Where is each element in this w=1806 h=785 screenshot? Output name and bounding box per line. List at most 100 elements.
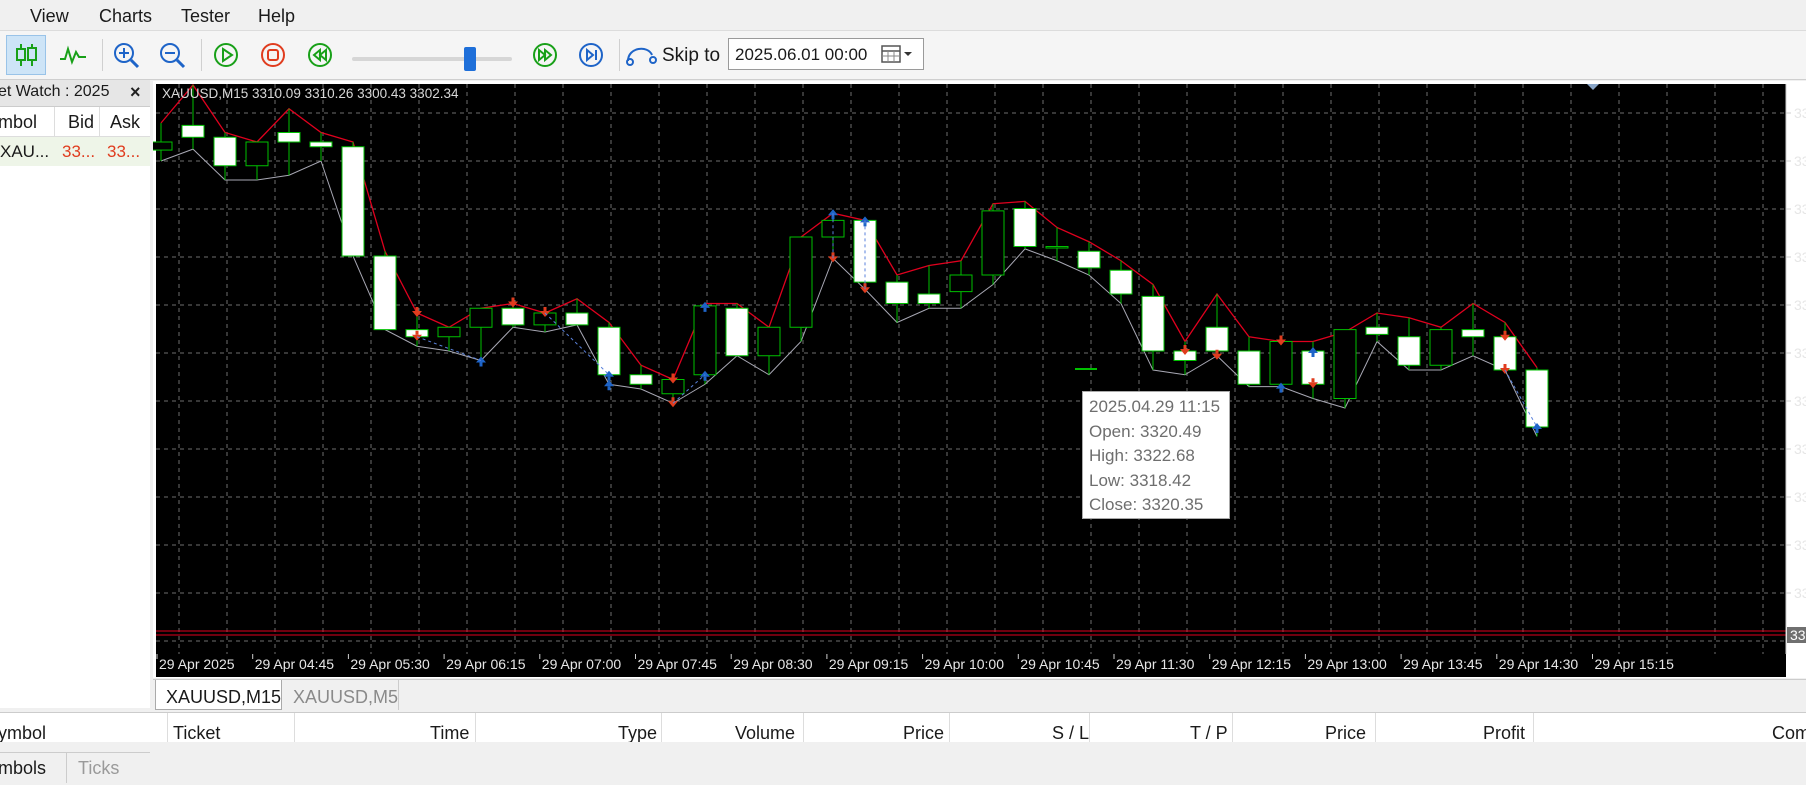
close-icon[interactable]: × [130, 82, 141, 103]
calendar-dropdown-icon[interactable] [881, 44, 919, 64]
play-button[interactable] [206, 35, 246, 75]
toolbar-separator [201, 39, 202, 71]
x-axis-label: 29 Apr 08:30 [733, 656, 813, 672]
candle-body [1397, 336, 1421, 366]
column-header-tp[interactable]: T / P [1190, 723, 1228, 742]
speed-slider[interactable] [352, 47, 512, 71]
step-forward-icon [579, 43, 603, 67]
skip-to-icon [626, 47, 657, 66]
candle-body [821, 219, 845, 238]
menu-item-charts[interactable]: Charts [99, 6, 152, 27]
column-header-price[interactable]: Price [903, 723, 944, 742]
column-divider [475, 713, 476, 742]
candle-body [565, 312, 589, 326]
menu-item-tester[interactable]: Tester [181, 6, 230, 27]
price-chart[interactable]: 29 Apr 2025 29 Apr 04:45 29 Apr 05:30 29 Ap… [153, 81, 1806, 678]
fast-forward-button[interactable] [525, 35, 565, 75]
tab-xauusd-m5[interactable]: XAUUSD,M5 [283, 680, 399, 710]
sell-arrow-stem [671, 373, 675, 378]
x-axis-label: 29 Apr 11:30 [1116, 656, 1195, 672]
candle-body [1013, 208, 1037, 247]
menu-item-view[interactable]: View [30, 6, 69, 27]
skip-to-button[interactable] [622, 35, 662, 75]
x-axis-label: 29 Apr 07:00 [542, 656, 622, 672]
y-axis-label: 33 [1794, 585, 1806, 601]
stop-icon [261, 43, 285, 67]
rewind-button[interactable] [300, 35, 340, 75]
column-header-symbol[interactable]: ymbol [0, 723, 46, 742]
market-watch-row[interactable]: XAU... 33... 33... [0, 137, 150, 166]
candle-body [1237, 350, 1261, 385]
column-header-type[interactable]: Type [618, 723, 657, 742]
candlestick-chart-button[interactable] [6, 35, 46, 75]
skip-to-date-field[interactable]: 2025.06.01 00:00 [728, 38, 924, 70]
candle-body [1141, 295, 1165, 352]
symbol-cell: XAU... [0, 142, 50, 161]
chart-tabs: XAUUSD,M15 XAUUSD,M5 [153, 679, 1806, 712]
candle-body [373, 255, 397, 331]
menu-item-help[interactable]: Help [258, 6, 295, 27]
buy-arrow-stem [1279, 388, 1283, 393]
sell-arrow-stem [1183, 345, 1187, 349]
x-axis-label: 29 Apr 2025 [159, 656, 235, 672]
column-header-ask[interactable]: Ask [110, 112, 140, 133]
candle-body [309, 141, 333, 148]
candle-body [981, 210, 1005, 276]
candle-body [725, 307, 749, 357]
candle-body [1109, 269, 1133, 295]
market-watch-panel: ket Watch : 2025 × mbol Bid Ask XAU... 3… [0, 80, 150, 783]
zoom-in-button[interactable] [106, 35, 146, 75]
candle-body [501, 307, 525, 326]
candle-body [1525, 369, 1549, 428]
step-forward-button[interactable] [571, 35, 611, 75]
tab-ticks[interactable]: Ticks [78, 758, 119, 779]
column-header-volume[interactable]: Volume [735, 723, 795, 742]
column-header-time[interactable]: Time [430, 723, 469, 742]
chart-window[interactable]: 29 Apr 2025 29 Apr 04:45 29 Apr 05:30 29 Ap… [153, 81, 1806, 678]
column-header-current-price[interactable]: Price [1325, 723, 1366, 742]
y-axis-label: 33 [1794, 537, 1806, 553]
column-header-commission[interactable]: Com [1772, 723, 1806, 742]
toolbar: Skip to 2025.06.01 00:00 [0, 31, 1806, 80]
column-header-sl[interactable]: S / L [1052, 723, 1089, 742]
column-divider [167, 713, 168, 742]
speed-slider-thumb[interactable] [464, 47, 476, 71]
candle-body [757, 326, 781, 357]
x-axis-label: 29 Apr 12:15 [1212, 656, 1292, 672]
column-header-symbol[interactable]: mbol [0, 112, 37, 133]
candle-body [1045, 246, 1069, 249]
market-watch-tabs: mbols Ticks [0, 752, 150, 785]
price-tag-label: 33 [1790, 627, 1806, 643]
tab-xauusd-m15[interactable]: XAUUSD,M15 [155, 680, 282, 710]
sell-arrow-stem [1503, 330, 1507, 335]
candle-body [1429, 329, 1453, 366]
column-header-ticket[interactable]: Ticket [173, 723, 220, 742]
column-divider [1533, 713, 1534, 742]
y-axis-label: 33 [1794, 345, 1806, 361]
stop-button[interactable] [253, 35, 293, 75]
x-axis-label: 29 Apr 10:45 [1020, 656, 1100, 672]
sell-arrow-stem [543, 307, 547, 311]
sell-arrow-stem [1279, 335, 1283, 340]
chart-info-label: XAUUSD,M15 3310.09 3310.26 3300.43 3302.… [162, 86, 459, 101]
line-chart-button[interactable] [53, 35, 93, 75]
y-axis-label: 33 [1794, 249, 1806, 265]
candle-body [629, 374, 653, 385]
candle-body [1461, 329, 1485, 338]
candle-body [153, 141, 173, 151]
tab-symbols[interactable]: mbols [0, 758, 46, 779]
tooltip-low: Low: 3318.42 [1089, 470, 1192, 490]
column-divider [661, 713, 662, 742]
sell-arrow-stem [415, 307, 419, 311]
column-header-profit[interactable]: Profit [1483, 723, 1525, 742]
candle-body [917, 293, 941, 304]
tooltip-time: 2025.04.29 11:15 [1089, 397, 1221, 416]
bid-cell: 33... [62, 142, 96, 161]
column-divider [1089, 713, 1090, 742]
skip-to-date-value: 2025.06.01 00:00 [735, 45, 868, 64]
tooltip-close: Close: 3320.35 [1089, 495, 1204, 514]
x-axis-label: 29 Apr 05:30 [350, 656, 430, 672]
skip-to-label: Skip to [662, 45, 721, 66]
zoom-out-button[interactable] [152, 35, 192, 75]
column-header-bid[interactable]: Bid [68, 112, 94, 133]
